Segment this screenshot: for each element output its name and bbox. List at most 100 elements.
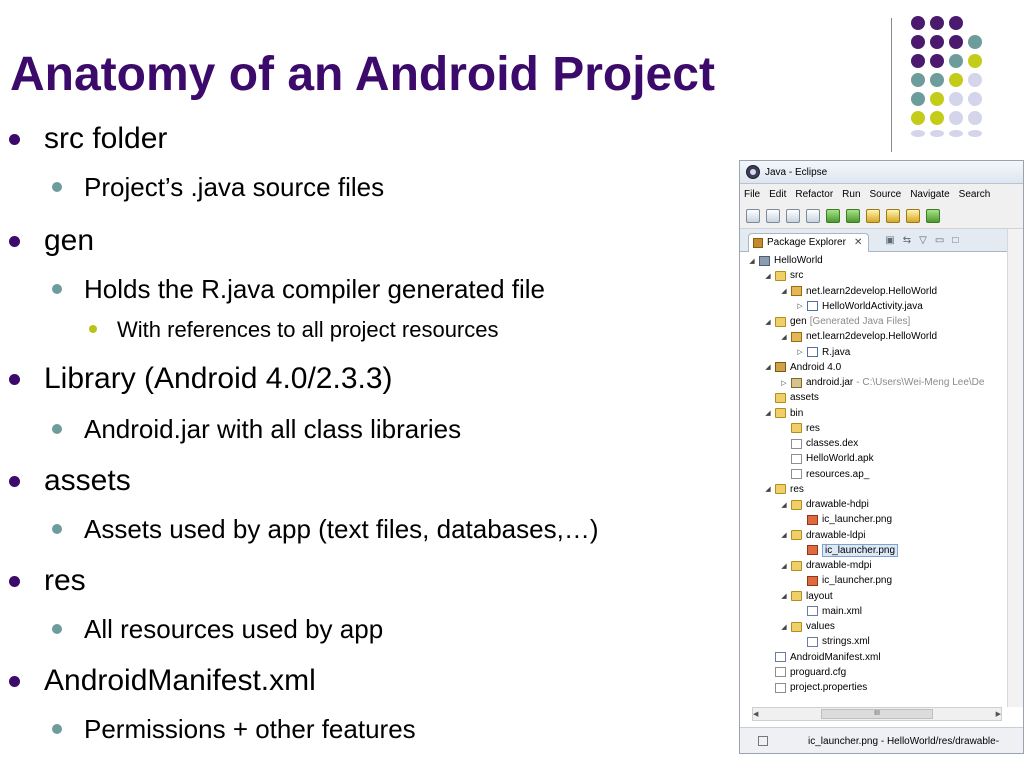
bullet-level-1: AndroidManifest.xml: [9, 664, 316, 698]
tree-item[interactable]: ◢ drawable-hdpi: [780, 497, 869, 512]
eclipse-window: Java - Eclipse File Edit Refactor Run Source…: [739, 160, 1024, 754]
tab-package-explorer[interactable]: Package Explorer ✕: [748, 232, 870, 252]
tree-item[interactable]: ◢ net.learn2develop.HelloWorld: [780, 284, 937, 299]
tree-item-label: assets: [790, 392, 819, 404]
expanded-arrow-icon[interactable]: ◢: [764, 318, 772, 326]
tree-item[interactable]: ic_launcher.png: [796, 573, 892, 588]
tree-item[interactable]: ◢ bin: [764, 406, 803, 421]
bullet-dot-icon: [9, 676, 20, 687]
expanded-arrow-icon[interactable]: ◢: [780, 623, 788, 631]
expanded-arrow-icon[interactable]: ◢: [780, 592, 788, 600]
collapsed-arrow-icon[interactable]: ▷: [796, 302, 804, 310]
expanded-arrow-icon[interactable]: ◢: [764, 409, 772, 417]
tree-item[interactable]: ◢ src: [764, 268, 803, 283]
bullet-level-2: All resources used by app: [52, 614, 383, 645]
bullet-level-2: Holds the R.java compiler generated file: [52, 274, 545, 305]
tree-item[interactable]: main.xml: [796, 604, 862, 619]
bullet-dot-icon: [52, 524, 62, 534]
tree-item-label: resources.ap_: [806, 468, 870, 480]
expanded-arrow-icon[interactable]: ◢: [780, 531, 788, 539]
tree-item[interactable]: ▷ android.jar - C:\Users\Wei-Meng Lee\De: [780, 375, 984, 390]
expanded-arrow-icon[interactable]: ◢: [764, 363, 772, 371]
debug-icon[interactable]: [926, 209, 940, 223]
tree-item[interactable]: project.properties: [764, 680, 867, 695]
tree-item[interactable]: assets: [764, 390, 819, 405]
window-titlebar[interactable]: Java - Eclipse: [740, 161, 1023, 184]
decor-dot: [911, 54, 925, 68]
file-icon: [791, 453, 802, 464]
bullet-text: src folder: [44, 122, 168, 155]
tree-item-label: Android 4.0: [790, 361, 842, 373]
tree-item[interactable]: ◢ drawable-mdpi: [780, 558, 871, 573]
expanded-arrow-icon[interactable]: ◢: [780, 501, 788, 509]
decor-dot: [930, 35, 944, 49]
tree-item[interactable]: ◢ layout: [780, 589, 832, 604]
new-xml-icon[interactable]: [906, 209, 920, 223]
expanded-arrow-icon[interactable]: ◢: [764, 272, 772, 280]
tree-item-label: src: [790, 270, 804, 282]
tree-item-label: ic_launcher.png: [822, 575, 893, 587]
tree-item[interactable]: HelloWorld.apk: [780, 451, 874, 466]
bullet-level-1: gen: [9, 224, 94, 258]
tree-item[interactable]: ◢ res: [764, 482, 804, 497]
view-menu-icon[interactable]: ▽: [919, 235, 927, 246]
menu-file[interactable]: File: [744, 189, 760, 200]
close-icon[interactable]: ✕: [854, 237, 862, 248]
menu-edit[interactable]: Edit: [769, 189, 786, 200]
tree-item-label: drawable-hdpi: [806, 499, 869, 510]
folder-icon: [775, 316, 786, 327]
minimize-icon[interactable]: ▭: [935, 235, 944, 246]
tree-item[interactable]: ◢ net.learn2develop.HelloWorld: [780, 329, 937, 344]
expanded-arrow-icon[interactable]: ◢: [780, 333, 788, 341]
tree-item[interactable]: AndroidManifest.xml: [764, 650, 881, 665]
tree-item[interactable]: strings.xml: [796, 634, 870, 649]
expanded-arrow-icon[interactable]: ◢: [748, 257, 756, 265]
menu-run[interactable]: Run: [842, 189, 860, 200]
menu-refactor[interactable]: Refactor: [795, 189, 833, 200]
save-all-icon[interactable]: [786, 209, 800, 223]
menu-bar: File Edit Refactor Run Source Navigate Search: [740, 184, 1023, 204]
new-class-icon[interactable]: [886, 209, 900, 223]
decor-dot: [949, 16, 963, 30]
collapsed-arrow-icon[interactable]: ▷: [796, 348, 804, 356]
menu-navigate[interactable]: Navigate: [910, 189, 949, 200]
decor-dot: [949, 111, 963, 125]
collapse-all-icon[interactable]: ▣: [885, 235, 894, 246]
collapsed-arrow-icon[interactable]: ▷: [780, 379, 788, 387]
expanded-arrow-icon[interactable]: ◢: [780, 287, 788, 295]
decor-dot: [968, 54, 982, 68]
android-sdk-icon[interactable]: [826, 209, 840, 223]
tree-item-label: res: [790, 483, 804, 495]
maximize-icon[interactable]: □: [952, 235, 958, 246]
tree-item[interactable]: classes.dex: [780, 436, 858, 451]
tree-item[interactable]: ▷ R.java: [796, 345, 850, 360]
decor-dot: [911, 92, 925, 106]
new-wizard-icon[interactable]: [746, 209, 760, 223]
link-editor-icon[interactable]: ⇆: [903, 235, 911, 246]
avd-manager-icon[interactable]: [846, 209, 860, 223]
menu-search[interactable]: Search: [959, 189, 991, 200]
tree-item[interactable]: proguard.cfg: [764, 665, 846, 680]
expanded-arrow-icon[interactable]: ◢: [764, 485, 772, 493]
vertical-scrollbar[interactable]: [1007, 229, 1023, 707]
new-package-icon[interactable]: [866, 209, 880, 223]
save-icon[interactable]: [766, 209, 780, 223]
decor-dot: [968, 111, 982, 125]
tree-item[interactable]: resources.ap_: [780, 467, 869, 482]
tree-item[interactable]: ◢ drawable-ldpi: [780, 528, 865, 543]
tree-item[interactable]: ◢ values: [780, 619, 835, 634]
horizontal-scrollbar[interactable]: ◀ III ▶: [752, 707, 1002, 721]
tree-item[interactable]: ic_launcher.png: [796, 512, 892, 527]
print-icon[interactable]: [806, 209, 820, 223]
tree-item[interactable]: ◢ gen [Generated Java Files]: [764, 314, 910, 329]
scroll-left-icon[interactable]: ◀: [753, 710, 758, 718]
scroll-thumb[interactable]: III: [821, 709, 933, 719]
tree-item[interactable]: ic_launcher.png: [796, 543, 899, 558]
expanded-arrow-icon[interactable]: ◢: [780, 562, 788, 570]
tree-item[interactable]: res: [780, 421, 820, 436]
tree-item[interactable]: ◢ HelloWorld: [748, 253, 822, 268]
tree-item[interactable]: ▷ HelloWorldActivity.java: [796, 299, 922, 314]
menu-source[interactable]: Source: [870, 189, 902, 200]
scroll-right-icon[interactable]: ▶: [996, 710, 1001, 718]
tree-item[interactable]: ◢ Android 4.0: [764, 360, 841, 375]
